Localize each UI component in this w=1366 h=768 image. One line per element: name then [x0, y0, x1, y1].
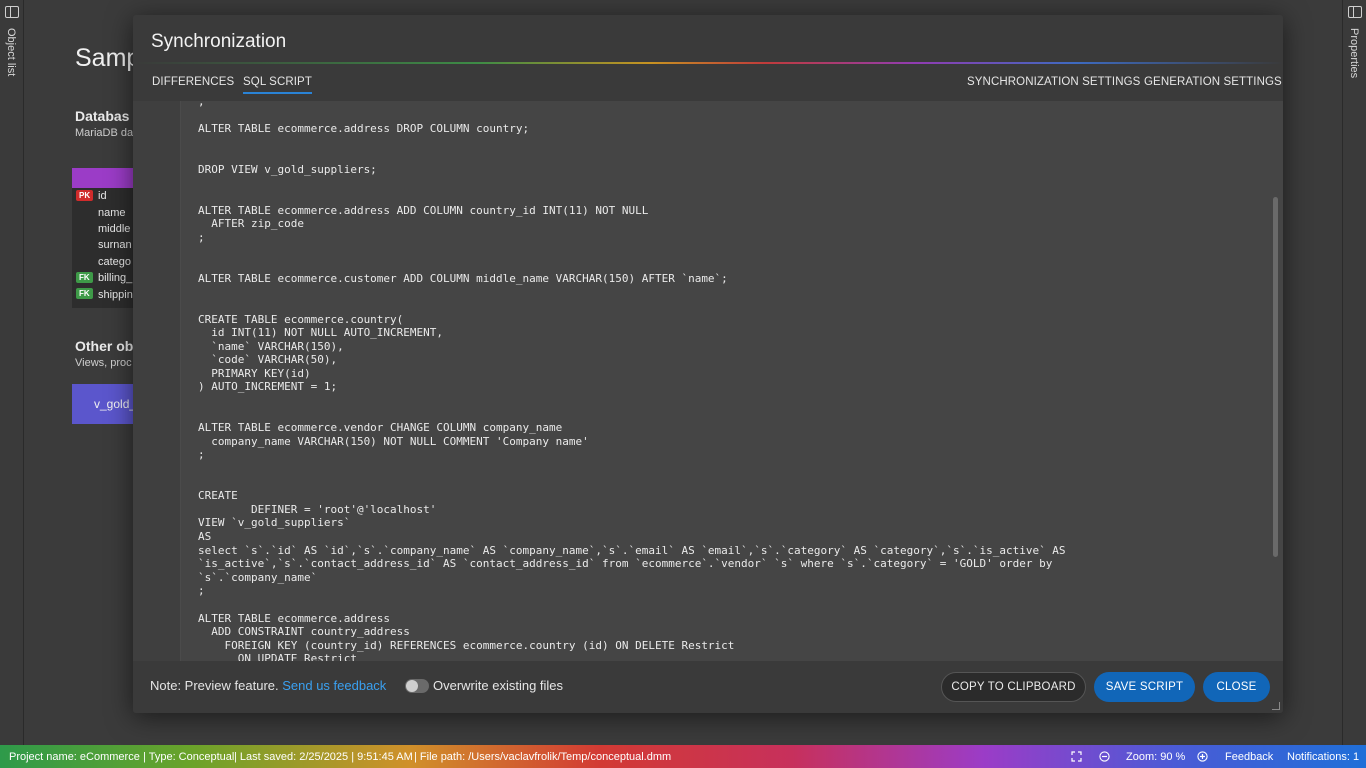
- fk-badge: FK: [76, 288, 93, 300]
- project-type: | Type: Conceptual: [143, 751, 235, 763]
- other-objects-subtitle: Views, proc: [75, 357, 132, 369]
- feedback-link[interactable]: Feedback: [1225, 751, 1273, 763]
- save-script-button[interactable]: SAVE SCRIPT: [1094, 672, 1195, 702]
- tab-synchronization-settings[interactable]: SYNCHRONIZATION SETTINGS: [967, 76, 1140, 88]
- field-name: id: [98, 190, 107, 203]
- project-title: Samp: [75, 44, 141, 72]
- close-button[interactable]: CLOSE: [1203, 672, 1270, 702]
- editor-scrollbar[interactable]: [1272, 101, 1278, 661]
- properties-tab[interactable]: Properties: [1348, 28, 1360, 78]
- synchronization-dialog: Synchronization DIFFERENCES SQL SCRIPT S…: [133, 15, 1283, 713]
- status-bar: Project name: eCommerce | Type: Conceptu…: [0, 745, 1366, 768]
- zoom-level: Zoom: 90 %: [1126, 751, 1186, 763]
- view-card[interactable]: v_gold_: [72, 384, 142, 424]
- project-name: Project name: eCommerce: [9, 751, 140, 763]
- panel-toggle-icon[interactable]: [1348, 6, 1362, 18]
- entity-field-row: name: [72, 204, 142, 220]
- copy-to-clipboard-button[interactable]: COPY TO CLIPBOARD: [941, 672, 1086, 702]
- field-name: billing_: [98, 272, 133, 285]
- tab-sql-script[interactable]: SQL SCRIPT: [243, 76, 312, 94]
- last-saved: | Last saved: 2/25/2025 | 9:51:45 AM: [234, 751, 413, 763]
- properties-panel: Properties: [1342, 0, 1366, 745]
- resize-handle-icon[interactable]: [1272, 702, 1280, 710]
- entity-field-row: PK id: [72, 188, 142, 204]
- field-name: middle: [98, 222, 131, 235]
- title-divider: [133, 62, 1283, 64]
- file-path: | File path: /Users/vaclavfrolik/Temp/co…: [414, 751, 672, 763]
- database-heading: Databas: [75, 108, 130, 124]
- other-objects-heading: Other ob: [75, 338, 134, 354]
- sql-script-editor[interactable]: ; ALTER TABLE ecommerce.address DROP COL…: [133, 101, 1283, 661]
- dialog-footer: Note: Preview feature. Send us feedback …: [133, 661, 1283, 713]
- sql-script-text[interactable]: ; ALTER TABLE ecommerce.address DROP COL…: [198, 101, 1263, 661]
- preview-note-text: Note: Preview feature.: [150, 678, 283, 693]
- tab-differences[interactable]: DIFFERENCES: [152, 76, 234, 88]
- fk-badge: FK: [76, 271, 93, 283]
- editor-gutter: [133, 101, 181, 661]
- entity-header: [72, 168, 142, 188]
- pk-badge: PK: [76, 190, 94, 201]
- field-name: surnan: [98, 239, 132, 252]
- entity-field-row: middle: [72, 221, 142, 237]
- field-name: shippin: [98, 288, 133, 301]
- entity-field-row: FK shippin: [72, 286, 142, 302]
- zoom-out-icon[interactable]: [1099, 751, 1110, 762]
- field-name: catego: [98, 255, 132, 268]
- fullscreen-icon[interactable]: [1071, 751, 1082, 762]
- panel-toggle-icon[interactable]: [5, 6, 19, 18]
- tab-generation-settings[interactable]: GENERATION SETTINGS: [1144, 76, 1282, 88]
- field-name: name: [98, 206, 126, 219]
- object-list-panel: Object list: [0, 0, 24, 745]
- zoom-in-icon[interactable]: [1197, 751, 1208, 762]
- scrollbar-thumb[interactable]: [1273, 197, 1278, 557]
- database-subtitle: MariaDB da: [75, 127, 134, 139]
- entity-card[interactable]: PK id name middle surnan catego FK billing…: [72, 168, 142, 308]
- overwrite-toggle[interactable]: [405, 679, 429, 693]
- send-feedback-link[interactable]: Send us feedback: [282, 678, 386, 693]
- dialog-title: Synchronization: [151, 31, 287, 52]
- view-name: v_gold_: [94, 397, 137, 411]
- notifications-button[interactable]: Notifications: 1: [1287, 751, 1359, 763]
- overwrite-toggle-label[interactable]: Overwrite existing files: [433, 678, 563, 693]
- entity-field-row: surnan: [72, 237, 142, 253]
- entity-field-row: catego: [72, 254, 142, 270]
- preview-note: Note: Preview feature. Send us feedback: [150, 678, 386, 693]
- object-list-tab[interactable]: Object list: [5, 28, 17, 76]
- entity-field-row: FK billing_: [72, 270, 142, 286]
